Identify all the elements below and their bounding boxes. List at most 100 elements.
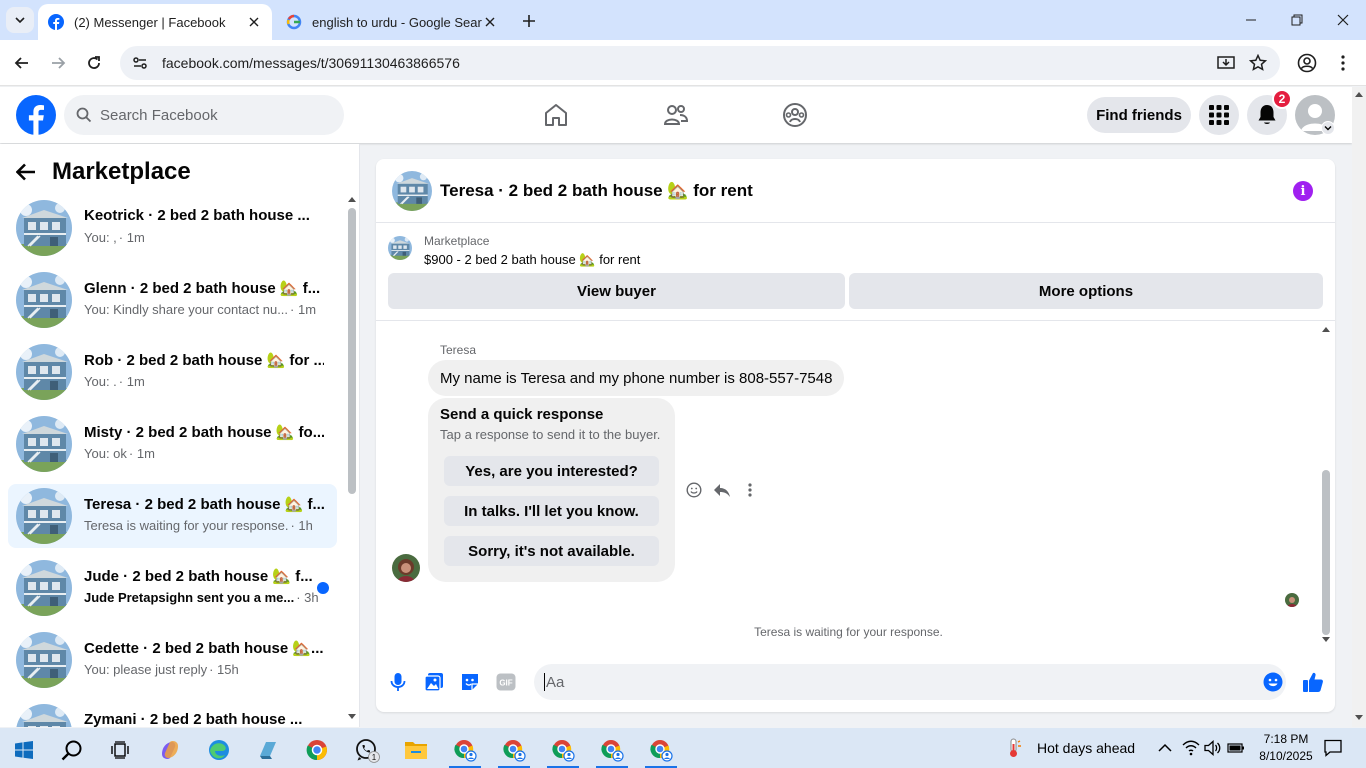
chat-scrollbar[interactable] [1319, 322, 1333, 647]
quick-response-subtitle: Tap a response to send it to the buyer. [440, 427, 661, 442]
conversation-item[interactable]: Keotrick · 2 bed 2 bath house ... You: ,… [8, 196, 337, 260]
listing-thumbnail[interactable] [392, 171, 432, 211]
message-input[interactable]: Aa [534, 664, 1286, 700]
reload-button[interactable] [80, 49, 108, 77]
tab-messenger[interactable]: (2) Messenger | Facebook [38, 4, 272, 40]
chrome-taskbar-icon[interactable] [297, 732, 337, 768]
conversation-name: Cedette · 2 bed 2 bath house 🏡... [84, 640, 324, 657]
marketplace-sidebar: Marketplace Keotrick · 2 bed 2 bath hous… [0, 144, 360, 727]
profile-button[interactable] [1296, 52, 1318, 74]
voice-clip-button[interactable] [386, 670, 410, 694]
account-caret[interactable] [1321, 121, 1335, 135]
quick-response-option[interactable]: Sorry, it's not available. [444, 536, 659, 566]
view-buyer-button[interactable]: View buyer [388, 273, 845, 309]
app-taskbar-icon[interactable] [248, 732, 288, 768]
site-settings-icon[interactable] [132, 55, 148, 71]
reply-button[interactable] [712, 480, 732, 500]
clock-time: 7:18 PM [1263, 732, 1309, 746]
search-button[interactable] [52, 732, 92, 768]
windows-logo-icon [15, 741, 33, 759]
system-clock[interactable]: 7:18 PM 8/10/2025 [1256, 731, 1316, 765]
conversation-item[interactable]: Misty · 2 bed 2 bath house 🏡 fo... You: … [8, 412, 337, 476]
conversation-snippet: You: , · 1m [84, 230, 145, 245]
listing-title[interactable]: $900 - 2 bed 2 bath house 🏡 for rent [424, 252, 640, 268]
menu-button[interactable] [1199, 95, 1239, 135]
attach-photo-button[interactable] [422, 670, 446, 694]
chat-scroll-thumb[interactable] [1322, 470, 1330, 635]
message-more-button[interactable] [740, 480, 760, 500]
facebook-search-input[interactable]: Search Facebook [64, 95, 344, 135]
back-button[interactable] [8, 49, 36, 77]
tab-google-search[interactable]: english to urdu - Google Search [276, 4, 508, 40]
conversation-item[interactable]: Glenn · 2 bed 2 bath house 🏡 f... You: K… [8, 268, 337, 332]
sender-avatar[interactable] [392, 554, 420, 582]
weather-text[interactable]: Hot days ahead [1037, 740, 1135, 756]
chrome-profile-taskbar-icon[interactable] [494, 732, 534, 768]
conversation-item[interactable]: Rob · 2 bed 2 bath house 🏡 for ... You: … [8, 340, 337, 404]
arrow-left-icon [14, 57, 28, 69]
listing-thumbnail [16, 488, 72, 544]
chat-title[interactable]: Teresa · 2 bed 2 bath house 🏡 for rent [440, 181, 753, 201]
gif-button[interactable]: GIF [494, 670, 518, 694]
back-arrow-icon[interactable] [16, 163, 36, 181]
forward-button[interactable] [44, 49, 72, 77]
search-placeholder: Search Facebook [100, 106, 218, 124]
chrome-profile-taskbar-icon[interactable] [592, 732, 632, 768]
listing-thumbnail [16, 704, 72, 727]
info-icon[interactable]: i [1293, 181, 1313, 201]
find-friends-button[interactable]: Find friends [1087, 97, 1191, 133]
listing-thumbnail [16, 200, 72, 256]
close-tab-icon[interactable] [246, 14, 262, 30]
notifications-center-button[interactable] [1323, 738, 1343, 758]
emoji-button[interactable] [1261, 670, 1285, 694]
copilot-taskbar-icon[interactable] [150, 732, 190, 768]
conversation-item-unread[interactable]: Jude · 2 bed 2 bath house 🏡 f... Jude Pr… [8, 556, 337, 620]
facebook-logo-icon[interactable] [16, 95, 56, 135]
task-view-button[interactable] [100, 732, 140, 768]
whatsapp-taskbar-icon[interactable]: 1 [347, 732, 387, 768]
message-bubble[interactable]: My name is Teresa and my phone number is… [428, 360, 845, 396]
new-tab-button[interactable] [518, 10, 540, 32]
quick-response-option[interactable]: In talks. I'll let you know. [444, 496, 659, 526]
conversation-item[interactable]: Cedette · 2 bed 2 bath house 🏡... You: p… [8, 628, 337, 692]
chrome-profile-taskbar-icon[interactable] [445, 732, 485, 768]
close-tab-icon[interactable] [482, 14, 498, 30]
react-button[interactable] [684, 480, 704, 500]
tab-search-button[interactable] [6, 7, 34, 33]
conversation-name: Jude · 2 bed 2 bath house 🏡 f... [84, 568, 313, 585]
show-hidden-icons-button[interactable] [1155, 738, 1175, 758]
file-explorer-taskbar-icon[interactable] [396, 732, 436, 768]
chrome-profile-taskbar-icon[interactable] [543, 732, 583, 768]
sidebar-scrollbar[interactable] [346, 196, 356, 722]
browser-menu-button[interactable] [1332, 52, 1354, 74]
quick-response-card: Send a quick response Tap a response to … [428, 398, 675, 582]
quick-response-option[interactable]: Yes, are you interested? [444, 456, 659, 486]
conversation-item[interactable]: Zymani · 2 bed 2 bath house ... [8, 700, 337, 727]
sidebar-scroll-thumb[interactable] [348, 208, 356, 494]
sticker-button[interactable] [458, 670, 482, 694]
edge-taskbar-icon[interactable] [199, 732, 239, 768]
like-button[interactable] [1301, 670, 1325, 694]
more-options-button[interactable]: More options [849, 273, 1323, 309]
battery-icon[interactable] [1226, 738, 1246, 758]
weather-icon[interactable] [1004, 738, 1024, 758]
close-window-button[interactable] [1320, 0, 1366, 40]
arrow-right-icon [52, 57, 66, 69]
bookmark-button[interactable] [1247, 52, 1269, 74]
conversation-item-selected[interactable]: Teresa · 2 bed 2 bath house 🏡 f... Teres… [8, 484, 337, 548]
url-field[interactable]: facebook.com/messages/t/3069113046386657… [120, 46, 1280, 80]
page-scrollbar[interactable] [1352, 87, 1366, 727]
network-icon[interactable] [1181, 738, 1201, 758]
browser-tab-strip: (2) Messenger | Facebook english to urdu… [0, 0, 1366, 40]
message-input-placeholder: Aa [546, 673, 565, 691]
minimize-button[interactable] [1228, 0, 1274, 40]
volume-icon[interactable] [1203, 738, 1223, 758]
chrome-profile-taskbar-icon[interactable] [641, 732, 681, 768]
groups-nav[interactable] [781, 101, 809, 129]
install-app-button[interactable] [1215, 52, 1237, 74]
start-button[interactable] [4, 732, 44, 768]
friends-nav[interactable] [662, 101, 690, 129]
restore-button[interactable] [1274, 0, 1320, 40]
home-icon [545, 104, 567, 126]
home-nav[interactable] [542, 101, 570, 129]
